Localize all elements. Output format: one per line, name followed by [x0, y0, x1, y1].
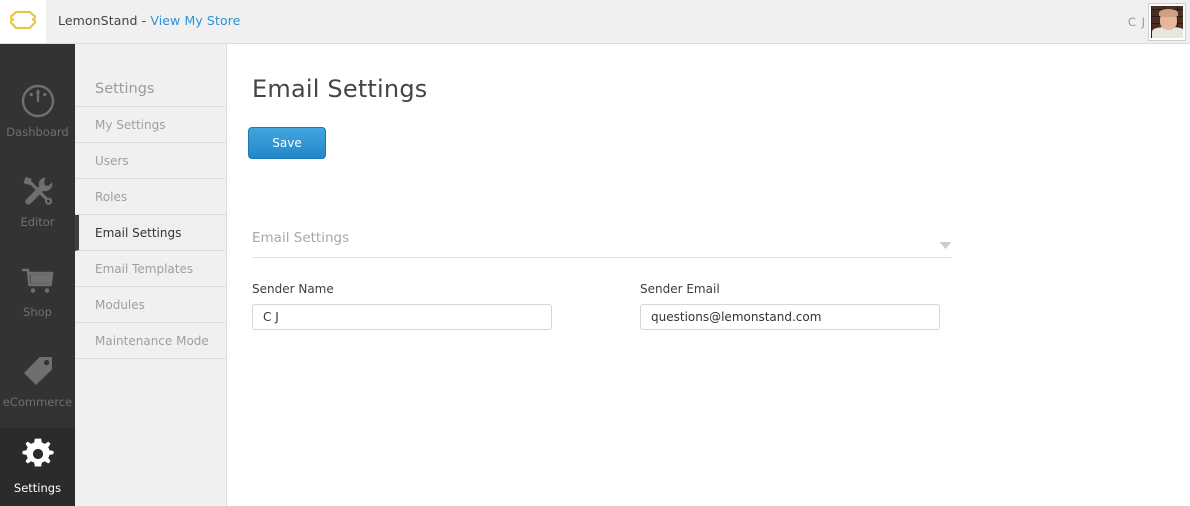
- lemon-brace-icon: [8, 9, 38, 35]
- submenu-label-maintenance-mode: Maintenance Mode: [95, 334, 209, 348]
- submenu-label-users: Users: [95, 154, 129, 168]
- main-content: Email Settings Save Email Settings Sende…: [228, 44, 1190, 506]
- submenu-label-modules: Modules: [95, 298, 145, 312]
- submenu-item-email-settings[interactable]: Email Settings: [75, 215, 226, 251]
- submenu-label-email-settings: Email Settings: [95, 226, 182, 240]
- submenu-item-users[interactable]: Users: [75, 143, 226, 179]
- user-initials-label: C J: [1127, 15, 1146, 29]
- brand-name: LemonStand: [58, 13, 138, 28]
- sender-email-input[interactable]: [640, 304, 940, 330]
- rail-label-dashboard: Dashboard: [6, 125, 69, 139]
- email-settings-section-header[interactable]: Email Settings: [252, 226, 952, 258]
- tools-icon: [0, 168, 75, 214]
- submenu-item-maintenance-mode[interactable]: Maintenance Mode: [75, 323, 226, 359]
- logo-button[interactable]: [0, 0, 46, 43]
- tag-icon: [0, 348, 75, 394]
- sender-name-input[interactable]: [252, 304, 552, 330]
- brand-title: LemonStand - View My Store: [58, 13, 240, 28]
- submenu-item-roles[interactable]: Roles: [75, 179, 226, 215]
- cart-icon: [0, 258, 75, 304]
- save-button[interactable]: Save: [248, 127, 326, 159]
- rail-item-dashboard[interactable]: Dashboard: [0, 78, 75, 139]
- submenu-title: Settings: [75, 71, 226, 107]
- gauge-icon: [0, 78, 75, 124]
- sender-name-label: Sender Name: [252, 282, 334, 296]
- rail-label-ecommerce: eCommerce: [2, 395, 73, 409]
- rail-item-editor[interactable]: Editor: [0, 168, 75, 229]
- avatar[interactable]: [1149, 4, 1185, 40]
- section-label: Email Settings: [252, 230, 350, 246]
- submenu-label-my-settings: My Settings: [95, 118, 166, 132]
- settings-submenu: Settings My Settings Users Roles Email S…: [75, 44, 227, 506]
- avatar-hair: [1159, 9, 1178, 17]
- primary-nav-rail: Dashboard Editor Shop eCommerce Settings: [0, 44, 75, 506]
- top-header: LemonStand - View My Store C J: [0, 0, 1190, 44]
- rail-item-shop[interactable]: Shop: [0, 258, 75, 319]
- view-my-store-link[interactable]: View My Store: [150, 13, 240, 28]
- submenu-label-roles: Roles: [95, 190, 128, 204]
- rail-label-settings: Settings: [13, 481, 62, 495]
- rail-label-shop: Shop: [23, 305, 52, 319]
- sender-email-label: Sender Email: [640, 282, 720, 296]
- submenu-label-email-templates: Email Templates: [95, 262, 194, 276]
- app-root: LemonStand - View My Store C J Dashboard: [0, 0, 1190, 506]
- sender-email-field-group: Sender Email: [640, 282, 940, 330]
- chevron-down-icon[interactable]: [939, 235, 952, 254]
- submenu-item-my-settings[interactable]: My Settings: [75, 107, 226, 143]
- page-title: Email Settings: [252, 75, 428, 103]
- sender-name-field-group: Sender Name: [252, 282, 552, 330]
- rail-label-editor: Editor: [20, 215, 55, 229]
- submenu-item-modules[interactable]: Modules: [75, 287, 226, 323]
- gear-icon: [0, 428, 75, 480]
- rail-item-settings[interactable]: Settings: [0, 428, 75, 506]
- brand-separator: -: [137, 13, 151, 28]
- rail-item-ecommerce[interactable]: eCommerce: [0, 348, 75, 409]
- submenu-item-email-templates[interactable]: Email Templates: [75, 251, 226, 287]
